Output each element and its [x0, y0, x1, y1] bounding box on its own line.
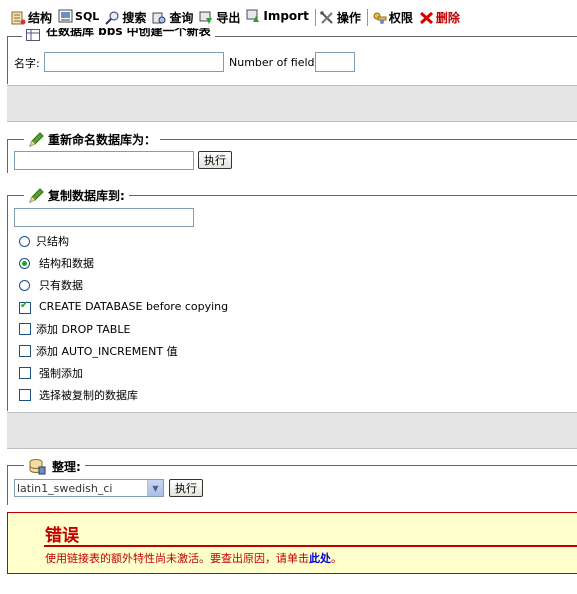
checkbox-switch-to-copied[interactable]	[19, 389, 31, 401]
tab-privileges[interactable]: 权限	[366, 9, 413, 26]
tab-export-label: 导出	[216, 11, 241, 25]
error-box: 错误 使用链接表的额外特性尚未激活。要查出原因，请单击此处。	[7, 512, 577, 574]
copy-legend-text: 复制数据库到:	[48, 188, 125, 203]
rename-legend-text: 重新命名数据库为：	[48, 132, 157, 147]
structure-icon	[11, 11, 26, 25]
operations-icon	[320, 10, 335, 25]
copy-db-input[interactable]	[14, 208, 194, 227]
checkbox-add-constraints[interactable]	[19, 367, 31, 379]
delete-icon	[419, 11, 434, 25]
error-help-link[interactable]: 此处	[309, 552, 331, 565]
rename-legend: 重新命名数据库为：	[24, 131, 161, 147]
fields-count-label: Number of fields:	[229, 56, 324, 69]
collation-selected: latin1_swedish_ci	[17, 481, 113, 495]
create-table-footer	[7, 85, 577, 122]
tab-privileges-label: 权限	[388, 11, 413, 25]
checkbox-create-database[interactable]	[19, 300, 31, 314]
tab-search[interactable]: 搜索	[105, 9, 146, 26]
tab-export[interactable]: 导出	[199, 9, 240, 26]
pencil-icon	[28, 187, 44, 203]
collation-go-button[interactable]: 执行	[169, 479, 203, 497]
radio-structure-and-data[interactable]	[19, 258, 30, 269]
checkbox-switch-to-copied-label: 选择被复制的数据库	[39, 389, 138, 402]
error-message-text: 使用链接表的额外特性尚未激活。要查出原因，请单击	[45, 552, 309, 565]
checkbox-add-auto-increment-label: 添加 AUTO_INCREMENT 值	[36, 345, 178, 358]
tab-operations-label: 操作	[336, 11, 361, 25]
table-name-input[interactable]	[44, 52, 224, 72]
chevron-down-icon[interactable]: ▼	[147, 480, 163, 496]
copy-legend: 复制数据库到:	[24, 187, 129, 203]
tab-sql[interactable]: SQL	[58, 9, 99, 23]
copy-footer	[7, 412, 577, 449]
table-name-label: 名字:	[14, 57, 40, 70]
collation-legend-text: 整理:	[52, 459, 81, 474]
create-table-legend-text: 在数据库 bbs 中创建一个新表	[46, 28, 211, 38]
checkbox-add-auto-increment[interactable]	[19, 345, 31, 357]
tab-search-label: 搜索	[122, 11, 147, 25]
rename-db-input[interactable]	[14, 151, 194, 170]
tab-query-label: 查询	[169, 11, 194, 25]
fields-count-input[interactable]	[315, 52, 355, 72]
tab-delete-label: 删除	[435, 11, 460, 25]
tab-import-label: Import	[263, 9, 309, 23]
sql-icon	[58, 9, 73, 23]
error-message: 使用链接表的额外特性尚未激活。要查出原因，请单击此处。	[45, 550, 342, 566]
checkbox-add-drop-table-label: 添加 DROP TABLE	[36, 323, 131, 336]
radio-structure-only-label: 只结构	[36, 235, 69, 248]
database-icon	[28, 458, 46, 475]
pencil-icon	[28, 131, 44, 147]
collation-select[interactable]: latin1_swedish_ci ▼	[14, 479, 164, 497]
tab-sql-label: SQL	[75, 9, 100, 23]
radio-data-only[interactable]	[19, 280, 30, 291]
import-icon	[246, 9, 261, 23]
privileges-icon	[372, 11, 387, 25]
radio-data-only-label: 只有数据	[39, 279, 83, 292]
tab-structure[interactable]: 结构	[11, 9, 52, 26]
search-icon	[105, 11, 120, 25]
tab-operations[interactable]: 操作	[314, 9, 361, 26]
tab-structure-label: 结构	[28, 11, 53, 25]
tab-delete[interactable]: 删除	[419, 9, 460, 26]
collation-legend: 整理:	[24, 457, 85, 475]
error-title: 错误	[45, 526, 79, 546]
query-icon	[152, 11, 167, 25]
radio-structure-and-data-label: 结构和数据	[39, 257, 94, 270]
tab-query[interactable]: 查询	[152, 9, 193, 26]
export-icon	[199, 11, 214, 25]
checkbox-add-constraints-label: 强制添加	[39, 367, 83, 380]
error-message-end: 。	[331, 552, 342, 565]
tab-import[interactable]: Import	[246, 9, 309, 23]
rename-go-button[interactable]: 执行	[198, 151, 232, 169]
checkbox-add-drop-table[interactable]	[19, 323, 31, 335]
error-divider	[44, 545, 577, 547]
table-icon	[26, 29, 40, 41]
radio-structure-only[interactable]	[19, 236, 30, 247]
create-table-legend: 在数据库 bbs 中创建一个新表	[22, 28, 215, 42]
checkbox-create-database-label: CREATE DATABASE before copying	[39, 300, 229, 313]
